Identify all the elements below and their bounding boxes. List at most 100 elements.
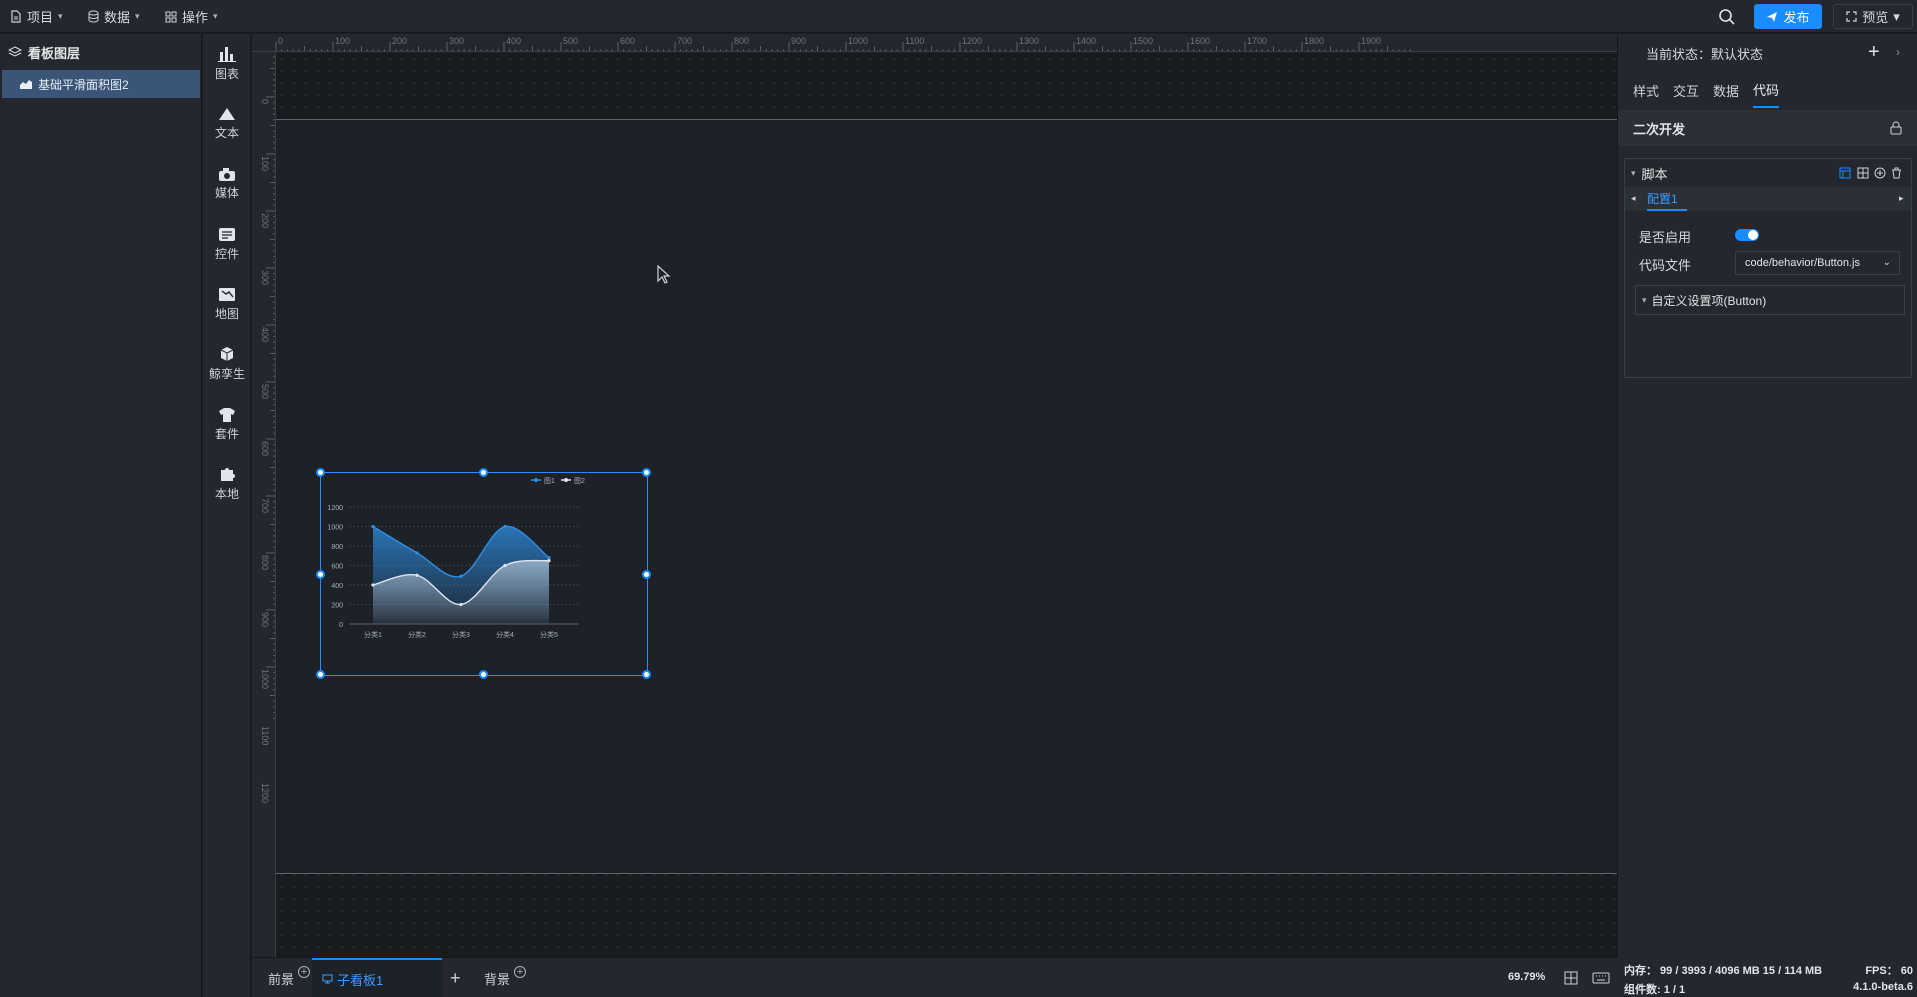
menu-project[interactable]: 项目 ▾	[10, 0, 63, 33]
add-state-icon[interactable]: +	[1868, 41, 1880, 64]
legend-label[interactable]: 图1	[544, 477, 555, 485]
chevron-down-icon: ▾	[58, 11, 63, 21]
camera-icon	[219, 168, 235, 181]
trash-icon[interactable]	[1891, 167, 1902, 179]
component-map[interactable]: 地图	[203, 278, 251, 330]
ruler-left: 0 100 200 300 400 500 600 700 800 900 1000 1100 1200	[252, 52, 276, 957]
caret-left-icon[interactable]: ◂	[1631, 193, 1636, 204]
component-controls[interactable]: 控件	[203, 218, 251, 270]
caret-right-icon[interactable]: ▸	[1899, 193, 1904, 204]
ruler-tick-label: 700	[677, 36, 692, 46]
tab-subboard[interactable]: 子看板1	[312, 958, 442, 997]
ruler-tick-label: 600	[260, 441, 270, 456]
component-twin[interactable]: 鲸孪生	[203, 338, 251, 390]
x-tick-label: 分类4	[496, 630, 514, 639]
component-suite[interactable]: 套件	[203, 398, 251, 450]
data-point[interactable]	[547, 559, 551, 563]
zoom-level[interactable]: 69.79%	[1508, 971, 1545, 983]
script-title: 脚本	[1641, 166, 1668, 182]
artboard[interactable]: 0 200 400 600 800 1000 1200 分类1 分类2 分类3 分类4 分类5 图1 图2	[276, 119, 1617, 874]
chart-widget[interactable]: 0 200 400 600 800 1000 1200 分类1 分类2 分类3 分类4 分类5 图1 图2	[316, 468, 651, 679]
data-point[interactable]	[459, 602, 463, 607]
layer-item[interactable]: 基础平滑面积图2	[2, 70, 200, 98]
y-tick-label: 1000	[327, 525, 343, 532]
tab-interaction[interactable]: 交互	[1673, 72, 1699, 108]
keyboard-icon[interactable]	[1592, 972, 1610, 984]
tab-background[interactable]: 背景 +	[478, 958, 532, 997]
area-chart[interactable]: 0 200 400 600 800 1000 1200 分类1 分类2 分类3 分类4 分类5 图1 图2	[321, 473, 647, 675]
ruler-tick-label: 700	[260, 498, 270, 513]
component-media[interactable]: 媒体	[203, 158, 251, 210]
enable-toggle[interactable]	[1735, 229, 1759, 241]
data-point[interactable]	[503, 563, 507, 568]
publish-button[interactable]: 发布	[1754, 4, 1822, 29]
resize-handle-se[interactable]	[642, 670, 651, 679]
ruler-tick-label: 1800	[1304, 36, 1324, 46]
tab-data[interactable]: 数据	[1713, 72, 1739, 108]
preview-button[interactable]: 预览 ▾	[1833, 4, 1913, 29]
component-controls-label: 控件	[214, 246, 239, 261]
layout-icon[interactable]	[1839, 167, 1851, 179]
legend-label[interactable]: 图2	[574, 477, 585, 485]
chevron-right-icon[interactable]: ›	[1896, 45, 1900, 59]
status-bar: 内存： 99 / 3993 / 4096 MB 15 / 114 MB FPS：…	[1617, 957, 1917, 997]
memory-status: 内存： 99 / 3993 / 4096 MB 15 / 114 MB	[1624, 965, 1823, 977]
chevron-down-icon: ▾	[1893, 8, 1900, 24]
add-circle-icon[interactable]: +	[298, 966, 311, 978]
component-chart-label: 图表	[214, 67, 239, 81]
grid-layout-icon[interactable]	[1857, 167, 1869, 179]
version-label: 4.1.0-beta.6	[1853, 981, 1913, 993]
ruler-top: 0 100 200 300 400 500 600 700 800 900 1000 1100 1200…	[252, 34, 1617, 52]
tab-style[interactable]: 样式	[1633, 72, 1659, 108]
data-point[interactable]	[371, 524, 375, 529]
puzzle-icon	[220, 468, 235, 481]
canvas-area[interactable]: 0 200 400 600 800 1000 1200 分类1 分类2 分类3 分类4 分类5 图1 图2	[276, 53, 1617, 957]
resize-handle-e[interactable]	[642, 570, 651, 579]
data-point[interactable]	[415, 573, 419, 577]
add-circle-icon[interactable]: +	[514, 966, 527, 978]
add-tab-button[interactable]: +	[450, 958, 461, 997]
legend-marker	[564, 478, 568, 482]
bottom-bar: 前景 + 子看板1 + 背景 + 69.79%	[252, 957, 1617, 997]
resize-handle-nw[interactable]	[316, 468, 325, 477]
add-circle-icon[interactable]	[1874, 167, 1886, 179]
resize-handle-sw[interactable]	[316, 670, 325, 679]
lock-icon[interactable]	[1890, 121, 1902, 135]
top-bar: 项目 ▾ 数据 ▾ 操作 ▾ 发布 预览 ▾	[0, 0, 1917, 33]
fps-status: FPS： 60	[1865, 965, 1913, 977]
chevron-down-icon: ▾	[1631, 167, 1636, 178]
custom-settings-section[interactable]: ▾ 自定义设置项(Button)	[1635, 285, 1905, 315]
data-point[interactable]	[547, 556, 551, 560]
data-point[interactable]	[459, 574, 463, 578]
tab-style-label: 样式	[1633, 83, 1660, 99]
enable-label: 是否启用	[1639, 230, 1692, 245]
resize-handle-s[interactable]	[479, 670, 488, 679]
resize-handle-n[interactable]	[479, 468, 488, 477]
code-file-select[interactable]: code/behavior/Button.js ⌄	[1735, 251, 1900, 275]
layer-item-label: 基础平滑面积图2	[38, 77, 129, 92]
component-local[interactable]: 本地	[203, 458, 251, 510]
y-tick-label: 800	[331, 544, 343, 551]
config-tab-1[interactable]: 配置1	[1647, 187, 1687, 211]
data-point[interactable]	[371, 583, 375, 587]
component-chart[interactable]: 图表	[203, 38, 251, 90]
ruler-tick-label: 1200	[260, 783, 270, 803]
ruler-tick-label: 1700	[1247, 36, 1267, 46]
data-point[interactable]	[415, 551, 419, 555]
resize-handle-w[interactable]	[316, 570, 325, 579]
menu-operation[interactable]: 操作 ▾	[165, 0, 218, 33]
menu-data[interactable]: 数据 ▾	[88, 0, 140, 33]
component-bar: 图表 文本 媒体 控件 地图 鲸孪生 套件 本地	[203, 34, 251, 997]
resize-handle-ne[interactable]	[642, 468, 651, 477]
search-icon[interactable]	[1718, 8, 1736, 26]
tab-data-label: 数据	[1713, 83, 1740, 99]
ruler-tick-label: 1400	[1076, 36, 1096, 46]
fit-screen-icon[interactable]	[1564, 971, 1578, 985]
ruler-tick-label: 1000	[260, 669, 270, 689]
data-point[interactable]	[503, 524, 507, 529]
component-text[interactable]: 文本	[203, 98, 251, 150]
tab-foreground[interactable]: 前景 +	[262, 958, 316, 997]
layers-panel: 看板图层 基础平滑面积图2	[0, 34, 202, 997]
menu-data-label: 数据	[104, 10, 131, 25]
tab-code[interactable]: 代码	[1753, 72, 1780, 108]
